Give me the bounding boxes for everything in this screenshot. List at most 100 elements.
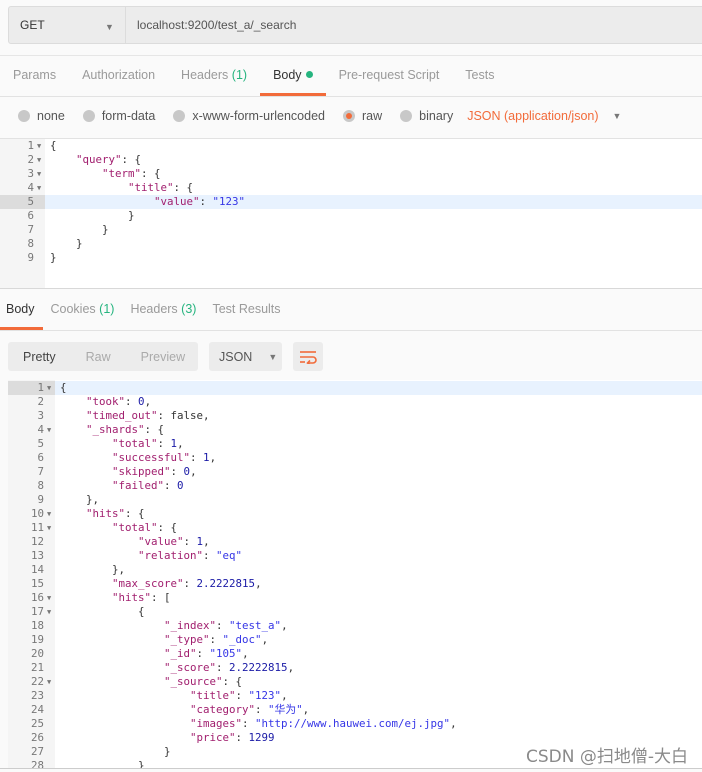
radio-none[interactable]: none	[18, 109, 65, 123]
response-body-viewer[interactable]: 1 ▼{2 "took": 0, 3 "timed_out": false, 4 ▼ "…	[8, 380, 702, 768]
tab-label: Params	[13, 68, 57, 82]
code-line: 15 "max_score": 2.2222815,	[8, 577, 702, 591]
method-label: GET	[20, 18, 45, 32]
code-line: 13 "relation": "eq"	[8, 549, 702, 563]
code-line: 18 "_index": "test_a",	[8, 619, 702, 633]
line-number: 5	[37, 437, 44, 450]
tab-response-headers[interactable]: Headers (3)	[122, 302, 204, 330]
tab-label: Pre-request Script	[338, 68, 440, 82]
code-text: "total": 1,	[112, 437, 184, 450]
line-number: 4	[27, 181, 34, 194]
code-text: }	[50, 251, 57, 264]
line-number: 7	[27, 223, 34, 236]
divider	[0, 288, 702, 289]
code-line: 22 ▼ "_source": {	[8, 675, 702, 689]
preview-button[interactable]: Preview	[126, 350, 200, 364]
radio-label: binary	[419, 109, 454, 123]
content-type-select[interactable]: JSON (application/json)	[467, 109, 598, 123]
request-body-editor[interactable]: 1 ▼{2 ▼ "query": {3 ▼ "term": {4 ▼ "title": …	[0, 138, 702, 288]
code-line: 25 "images": "http://www.hauwei.com/ej.j…	[8, 717, 702, 731]
fold-arrow-icon[interactable]: ▼	[47, 591, 51, 605]
tab-body[interactable]: Body	[260, 68, 326, 96]
code-text: "hits": [	[112, 591, 171, 604]
fold-arrow-icon[interactable]: ▼	[37, 153, 41, 167]
line-number: 12	[30, 535, 44, 548]
tab-headers[interactable]: Headers (1)	[168, 68, 260, 96]
code-line: 12 "value": 1,	[8, 535, 702, 549]
code-text: {	[50, 139, 57, 152]
code-text: "images": "http://www.hauwei.com/ej.jpg"…	[190, 717, 457, 730]
radio-label: form-data	[101, 109, 156, 123]
tab-params[interactable]: Params	[0, 68, 69, 96]
pretty-button[interactable]: Pretty	[8, 350, 71, 364]
code-line: 7 "skipped": 0,	[8, 465, 702, 479]
tab-label: Body	[273, 68, 302, 82]
code-line: 14 },	[8, 563, 702, 577]
radio-x-www-form-urlencoded[interactable]: x-www-form-urlencoded	[173, 109, 325, 123]
fold-arrow-icon[interactable]: ▼	[37, 181, 41, 195]
code-line: 10 ▼ "hits": {	[8, 507, 702, 521]
code-text: "_score": 2.2222815,	[164, 661, 295, 674]
fold-arrow-icon[interactable]: ▼	[47, 381, 51, 395]
fold-arrow-icon[interactable]: ▼	[47, 423, 51, 437]
body-mode-radios: none form-data x-www-form-urlencoded raw…	[18, 109, 621, 123]
line-number: 6	[27, 209, 34, 222]
tab-tests[interactable]: Tests	[452, 68, 507, 96]
fold-arrow-icon[interactable]: ▼	[47, 507, 51, 521]
tab-authorization[interactable]: Authorization	[69, 68, 168, 96]
code-line: 5 "total": 1,	[8, 437, 702, 451]
line-number: 6	[37, 451, 44, 464]
fold-arrow-icon[interactable]: ▼	[37, 167, 41, 181]
code-text: "_shards": {	[86, 423, 165, 436]
radio-icon	[82, 110, 95, 122]
radio-form-data[interactable]: form-data	[82, 109, 156, 123]
url-input[interactable]: localhost:9200/test_a/_search	[126, 18, 296, 32]
line-number: 28	[30, 759, 44, 768]
code-line: 9 },	[8, 493, 702, 507]
divider	[0, 330, 702, 331]
line-number: 11	[30, 521, 44, 534]
code-text: "total": {	[112, 521, 178, 534]
code-text: {	[60, 605, 145, 618]
line-number: 14	[30, 563, 44, 576]
wrap-lines-button[interactable]	[293, 342, 323, 371]
fold-arrow-icon[interactable]: ▼	[37, 139, 41, 153]
response-tabs: Body Cookies (1) Headers (3) Test Result…	[0, 302, 289, 330]
line-number: 16	[30, 591, 44, 604]
raw-button[interactable]: Raw	[71, 350, 126, 364]
tab-label: Body	[6, 302, 35, 316]
line-number: 21	[30, 661, 44, 674]
code-text: }	[50, 209, 135, 222]
format-select[interactable]: JSON ▼	[209, 342, 282, 371]
code-line: 4 ▼ "_shards": {	[8, 423, 702, 437]
radio-icon	[400, 110, 413, 122]
tab-pre-request-script[interactable]: Pre-request Script	[326, 68, 453, 96]
radio-icon	[18, 110, 30, 122]
radio-raw[interactable]: raw	[343, 109, 382, 123]
code-line: 5 "value": "123"	[0, 195, 702, 209]
fold-arrow-icon[interactable]: ▼	[47, 605, 51, 619]
fold-arrow-icon[interactable]: ▼	[47, 521, 51, 535]
headers-count: (3)	[181, 302, 197, 316]
radio-binary[interactable]: binary	[400, 109, 453, 123]
tab-response-body[interactable]: Body	[0, 302, 43, 330]
line-number: 8	[37, 479, 44, 492]
code-text: "title": "123",	[190, 689, 288, 702]
tab-test-results[interactable]: Test Results	[204, 302, 288, 330]
line-number: 20	[30, 647, 44, 660]
line-number: 9	[37, 493, 44, 506]
tab-cookies[interactable]: Cookies (1)	[43, 302, 123, 330]
line-number: 1	[27, 139, 34, 152]
code-line: 4 ▼ "title": {	[0, 181, 702, 195]
code-text: "price": 1299	[190, 731, 275, 744]
fold-arrow-icon[interactable]: ▼	[47, 675, 51, 689]
line-number: 4	[37, 423, 44, 436]
code-text: }	[50, 223, 109, 236]
chevron-down-icon[interactable]: ▼	[613, 111, 622, 121]
divider	[0, 768, 702, 769]
line-number: 9	[27, 251, 34, 264]
wrap-lines-icon	[300, 350, 317, 364]
code-text: "_source": {	[164, 675, 243, 688]
method-select[interactable]: GET ▼	[9, 7, 126, 43]
code-text: "_index": "test_a",	[164, 619, 288, 632]
